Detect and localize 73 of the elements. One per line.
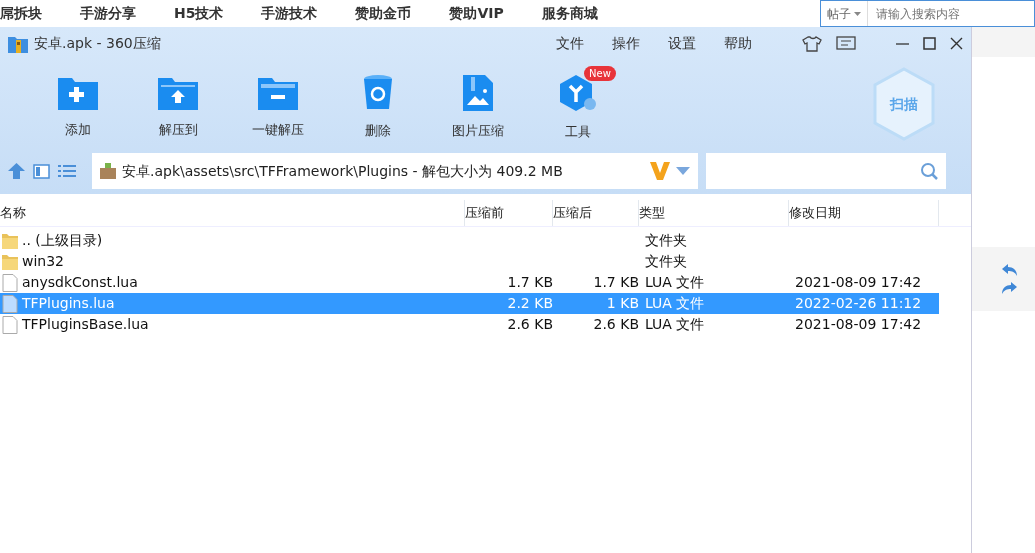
packed-size-text: 1 KB (606, 295, 639, 312)
size-text: 1.7 KB (507, 274, 553, 291)
window-title: 安卓.apk - 360压缩 (34, 34, 161, 53)
dropdown-caret-icon[interactable] (676, 167, 690, 175)
file-name[interactable]: .. (上级目录) (22, 230, 103, 252)
column-header[interactable]: 类型 (639, 203, 665, 223)
v-logo-icon[interactable] (650, 162, 670, 180)
apk-file-icon (100, 163, 116, 179)
type-text: LUA 文件 (645, 274, 705, 291)
file-row[interactable]: anysdkConst.lua 1.7 KB 1.7 KB LUA 文件 2021-08-09 17:42 (0, 272, 939, 294)
nav-link-text[interactable]: 服务商城 (541, 3, 598, 24)
menu-item[interactable]: 文件 (556, 33, 584, 54)
thumbnail-view-icon[interactable] (33, 163, 50, 179)
maximize-icon[interactable] (923, 37, 936, 50)
image-file-icon (463, 75, 493, 112)
nav-link-text[interactable]: 赞助金币 (355, 3, 412, 24)
folder-icon (2, 253, 18, 270)
nav-link-text[interactable]: 手游技术 (261, 3, 318, 24)
toolbar-button[interactable]: 删除 (328, 67, 428, 141)
file-icon (2, 294, 18, 313)
column-header[interactable]: 名称 (0, 203, 26, 223)
toolbar-button[interactable]: 一键解压 (228, 68, 328, 140)
type-text: LUA 文件 (645, 316, 705, 333)
date-text: 2021-08-09 17:42 (795, 316, 922, 333)
menu-item[interactable]: 操作 (612, 33, 640, 54)
up-arrow-icon[interactable] (8, 163, 25, 179)
shirt-icon[interactable] (802, 35, 822, 52)
file-name[interactable]: win32 (22, 251, 65, 273)
file-row[interactable]: TFPluginsBase.lua 2.6 KB 2.6 KB LUA 文件 2021-08-09 17:42 (0, 314, 939, 336)
type-text: 文件夹 (645, 253, 687, 270)
type-text: LUA 文件 (645, 295, 705, 312)
archive-app-icon (8, 34, 28, 53)
folder-plus-icon (58, 76, 98, 111)
search-icon[interactable] (920, 162, 938, 180)
menu-item[interactable]: 设置 (668, 33, 696, 54)
search-field[interactable] (706, 153, 946, 189)
toolbar-button[interactable]: 添加 (28, 68, 128, 140)
date-text: 2021-08-09 17:42 (795, 274, 922, 291)
folder-minus-icon (258, 76, 298, 111)
file-name[interactable]: TFPluginsBase.lua (22, 314, 149, 336)
size-text: 2.2 KB (507, 295, 553, 312)
forward-arrow-icon[interactable] (1002, 282, 1017, 294)
recycle-bin-icon (363, 75, 393, 112)
nav-link-text[interactable]: 赞助VIP (449, 3, 504, 24)
nav-link-text[interactable]: H5技术 (174, 3, 224, 24)
nav-link-text[interactable]: 屌拆块 (0, 3, 42, 24)
column-header[interactable]: 压缩前 (465, 203, 504, 223)
file-row[interactable]: win32 文件夹 (0, 251, 939, 273)
packed-size-text: 1.7 KB (593, 274, 639, 291)
toolbar-button[interactable]: 解压到 (128, 68, 228, 140)
type-text: 文件夹 (645, 232, 687, 249)
nav-link-text[interactable]: 手游分享 (80, 3, 136, 24)
file-name[interactable]: anysdkConst.lua (22, 272, 138, 294)
search-field[interactable]: 帖子 请输入搜索内容 (820, 0, 1035, 27)
packed-size-text: 2.6 KB (593, 316, 639, 333)
close-icon[interactable] (950, 37, 963, 50)
toolbar-button[interactable]: 图片压缩 (428, 67, 528, 141)
column-header[interactable]: 压缩后 (553, 203, 592, 223)
folder-icon (2, 232, 18, 249)
message-icon[interactable] (836, 35, 856, 52)
reply-arrow-icon[interactable] (1002, 264, 1017, 276)
menu-item[interactable]: 帮助 (724, 33, 752, 54)
size-text: 2.6 KB (507, 316, 553, 333)
file-row[interactable]: .. (上级目录) 文件夹 (0, 230, 939, 252)
path-field[interactable]: 安卓.apk\assets\src\TFFramework\Plugins - 解包大小为 409.2 MB (92, 153, 698, 189)
toolbar-button[interactable]: New 工具 (528, 66, 628, 142)
search-scope-dropdown[interactable]: 帖子 (827, 4, 851, 23)
new-badge: New (584, 66, 616, 82)
caret-icon (854, 11, 861, 16)
folder-upload-icon (158, 76, 198, 111)
date-text: 2022-02-26 11:12 (795, 295, 922, 312)
list-view-icon[interactable] (58, 164, 76, 178)
column-header[interactable]: 修改日期 (789, 203, 841, 223)
